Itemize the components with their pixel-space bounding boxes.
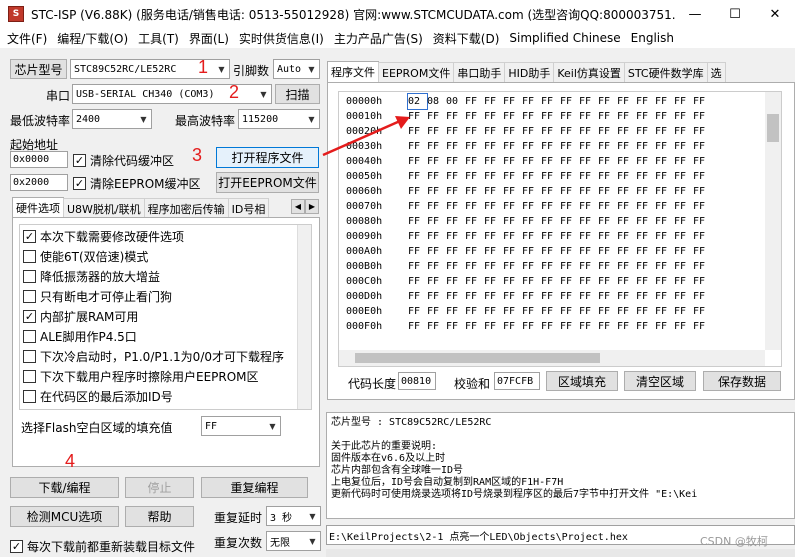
annotation-arrow [322,116,410,157]
arrow-shaft [322,119,401,157]
